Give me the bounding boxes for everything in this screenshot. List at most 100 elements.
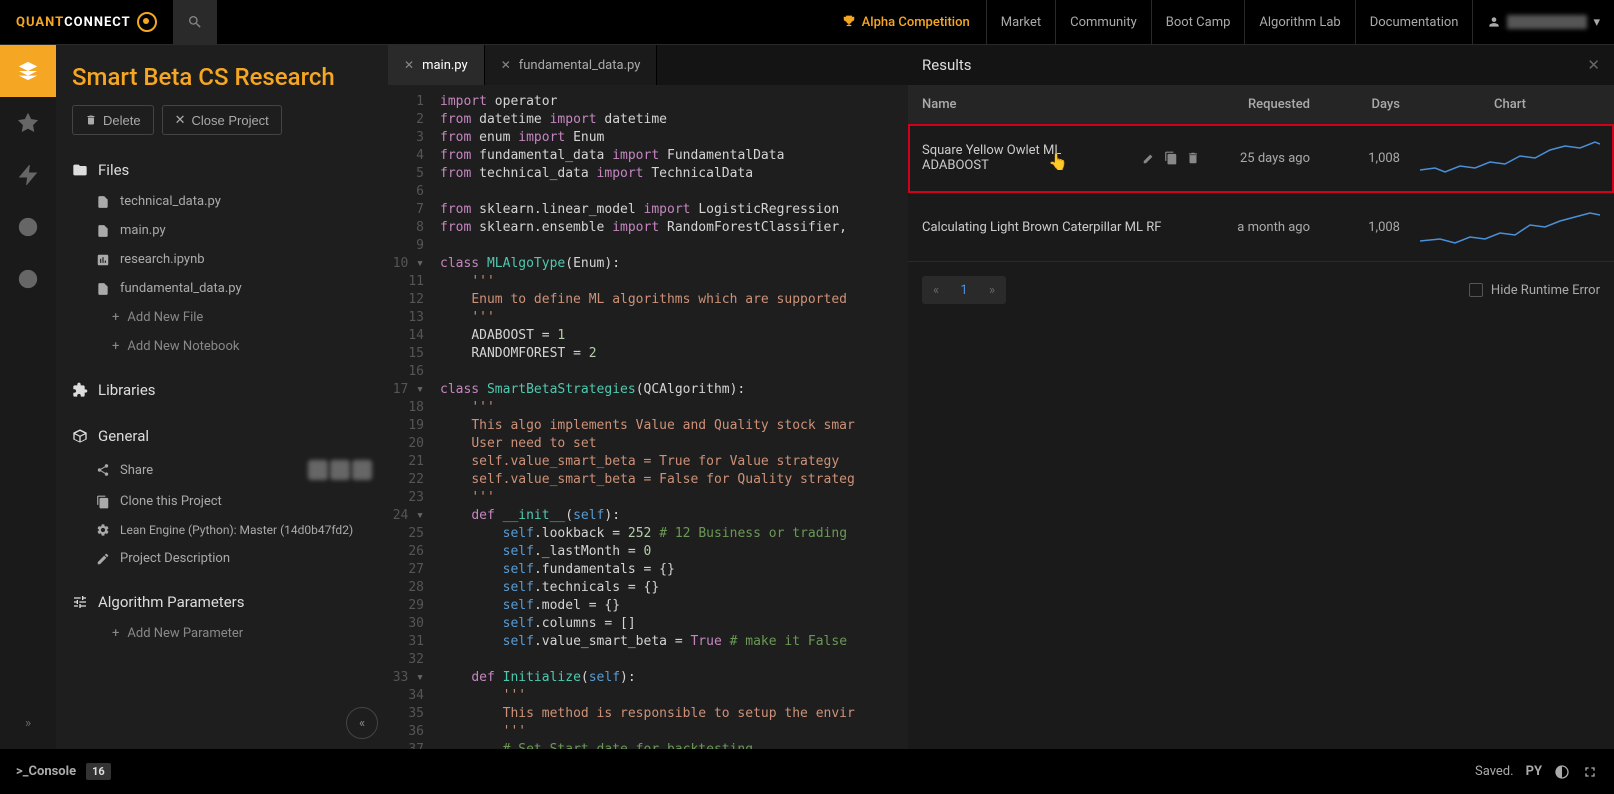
file-icon [96, 224, 110, 238]
nav-documentation[interactable]: Documentation [1355, 0, 1473, 45]
tab-fundamental[interactable]: ✕ fundamental_data.py [485, 45, 658, 85]
results-header: Results ✕ [908, 45, 1614, 85]
code-editor: ✕ main.py ✕ fundamental_data.py 12345678… [388, 45, 908, 749]
star-icon [18, 113, 38, 133]
nav-bootcamp[interactable]: Boot Camp [1151, 0, 1245, 45]
result-row[interactable]: Calculating Light Brown Caterpillar ML R… [908, 193, 1614, 262]
share-row[interactable]: Share [72, 453, 372, 487]
pencil-icon[interactable] [1142, 151, 1156, 165]
result-row[interactable]: Square Yellow Owlet ML ADABOOST 25 days … [908, 124, 1614, 193]
top-header: QUANTCONNECT Alpha Competition Market Co… [0, 0, 1614, 45]
files-section[interactable]: Files [72, 153, 372, 187]
line-gutter: 12345678910 ▾11121314151617 ▾18192021222… [388, 85, 432, 749]
pagination: « 1 » Hide Runtime Error [908, 262, 1614, 318]
delete-button[interactable]: Delete [72, 105, 154, 135]
close-icon[interactable]: ✕ [501, 58, 511, 72]
contrast-icon[interactable] [1554, 764, 1570, 780]
nav-community[interactable]: Community [1055, 0, 1151, 45]
libraries-section[interactable]: Libraries [72, 373, 372, 407]
caret-down-icon: ▾ [1593, 15, 1600, 30]
fullscreen-icon[interactable] [1582, 764, 1598, 780]
flash-icon [18, 165, 38, 185]
footer: >_Console 16 Saved. PY [0, 749, 1614, 794]
project-description[interactable]: Project Description [72, 544, 372, 573]
alpha-label: Alpha Competition [862, 15, 970, 30]
copy-icon[interactable] [1164, 151, 1178, 165]
add-new-file[interactable]: + Add New File [72, 303, 372, 332]
hide-runtime-error[interactable]: Hide Runtime Error [1469, 283, 1600, 298]
user-menu[interactable]: ▾ [1472, 0, 1614, 45]
code-content[interactable]: import operatorfrom datetime import date… [432, 85, 908, 749]
rail-expand[interactable]: » [0, 697, 56, 749]
edit-icon [96, 552, 110, 566]
rail-chart[interactable] [0, 201, 56, 253]
collapse-sidebar[interactable]: « [346, 707, 378, 739]
project-title: Smart Beta CS Research [72, 63, 372, 91]
lean-engine[interactable]: Lean Engine (Python): Master (14d0b47fd2… [72, 516, 372, 544]
logo[interactable]: QUANTCONNECT [0, 12, 173, 32]
logo-prefix: QUANT [16, 15, 64, 30]
page-current[interactable]: 1 [950, 276, 978, 304]
close-results[interactable]: ✕ [1587, 56, 1600, 74]
plus-icon: + [112, 339, 119, 354]
console-toggle[interactable]: >_Console [16, 764, 76, 779]
general-section[interactable]: General [72, 419, 372, 453]
nav-market[interactable]: Market [986, 0, 1055, 45]
delete-label: Delete [103, 113, 141, 128]
code-area[interactable]: 12345678910 ▾11121314151617 ▾18192021222… [388, 85, 908, 749]
nav-algorithm-lab[interactable]: Algorithm Lab [1244, 0, 1354, 45]
user-icon [1487, 15, 1501, 29]
console-count: 16 [86, 763, 111, 780]
result-sparkline [1420, 207, 1600, 247]
plus-icon: + [112, 310, 119, 325]
puzzle-icon [72, 382, 88, 398]
search-button[interactable] [173, 0, 217, 45]
result-days: 1,008 [1330, 151, 1400, 166]
clone-project[interactable]: Clone this Project [72, 487, 372, 516]
params-section[interactable]: Algorithm Parameters [72, 585, 372, 619]
editor-tabs: ✕ main.py ✕ fundamental_data.py [388, 45, 908, 85]
alpha-competition-link[interactable]: Alpha Competition [826, 0, 986, 45]
rail-star[interactable] [0, 97, 56, 149]
lifebuoy-icon [18, 269, 38, 289]
search-icon [187, 14, 203, 30]
folder-icon [72, 162, 88, 178]
add-new-parameter[interactable]: + Add New Parameter [72, 619, 372, 648]
file-icon [96, 282, 110, 296]
trophy-icon [842, 15, 856, 29]
language-badge: PY [1526, 764, 1542, 779]
file-icon [96, 195, 110, 209]
file-main[interactable]: main.py [72, 216, 372, 245]
result-name: Calculating Light Brown Caterpillar ML R… [922, 220, 1161, 235]
page-next[interactable]: » [978, 276, 1006, 304]
close-project-button[interactable]: ✕ Close Project [162, 105, 282, 135]
results-panel: Results ✕ Name Requested Days Chart Squa… [908, 45, 1614, 749]
result-sparkline [1420, 138, 1600, 178]
result-requested: a month ago [1200, 220, 1310, 235]
cube-icon [72, 428, 88, 444]
params-label: Algorithm Parameters [98, 593, 244, 611]
close-label: Close Project [191, 113, 268, 128]
clone-icon [96, 495, 110, 509]
file-technical-data[interactable]: technical_data.py [72, 187, 372, 216]
saved-status: Saved. [1475, 764, 1514, 779]
trash-icon[interactable] [1186, 151, 1200, 165]
close-icon[interactable]: ✕ [404, 58, 414, 72]
layers-icon [17, 60, 39, 82]
rail-support[interactable] [0, 253, 56, 305]
logo-suffix: CONNECT [64, 15, 131, 30]
chevron-left-icon: « [359, 716, 365, 731]
plus-icon: + [112, 626, 119, 641]
rail-layers[interactable] [0, 45, 56, 97]
file-research[interactable]: research.ipynb [72, 245, 372, 274]
notebook-icon [96, 253, 110, 267]
checkbox[interactable] [1469, 283, 1483, 297]
add-new-notebook[interactable]: + Add New Notebook [72, 332, 372, 361]
tab-main[interactable]: ✕ main.py [388, 45, 485, 85]
rail-flash[interactable] [0, 149, 56, 201]
page-prev[interactable]: « [922, 276, 950, 304]
chart-circle-icon [18, 217, 38, 237]
gear-icon [96, 523, 110, 537]
general-label: General [98, 427, 149, 445]
file-fundamental-data[interactable]: fundamental_data.py [72, 274, 372, 303]
